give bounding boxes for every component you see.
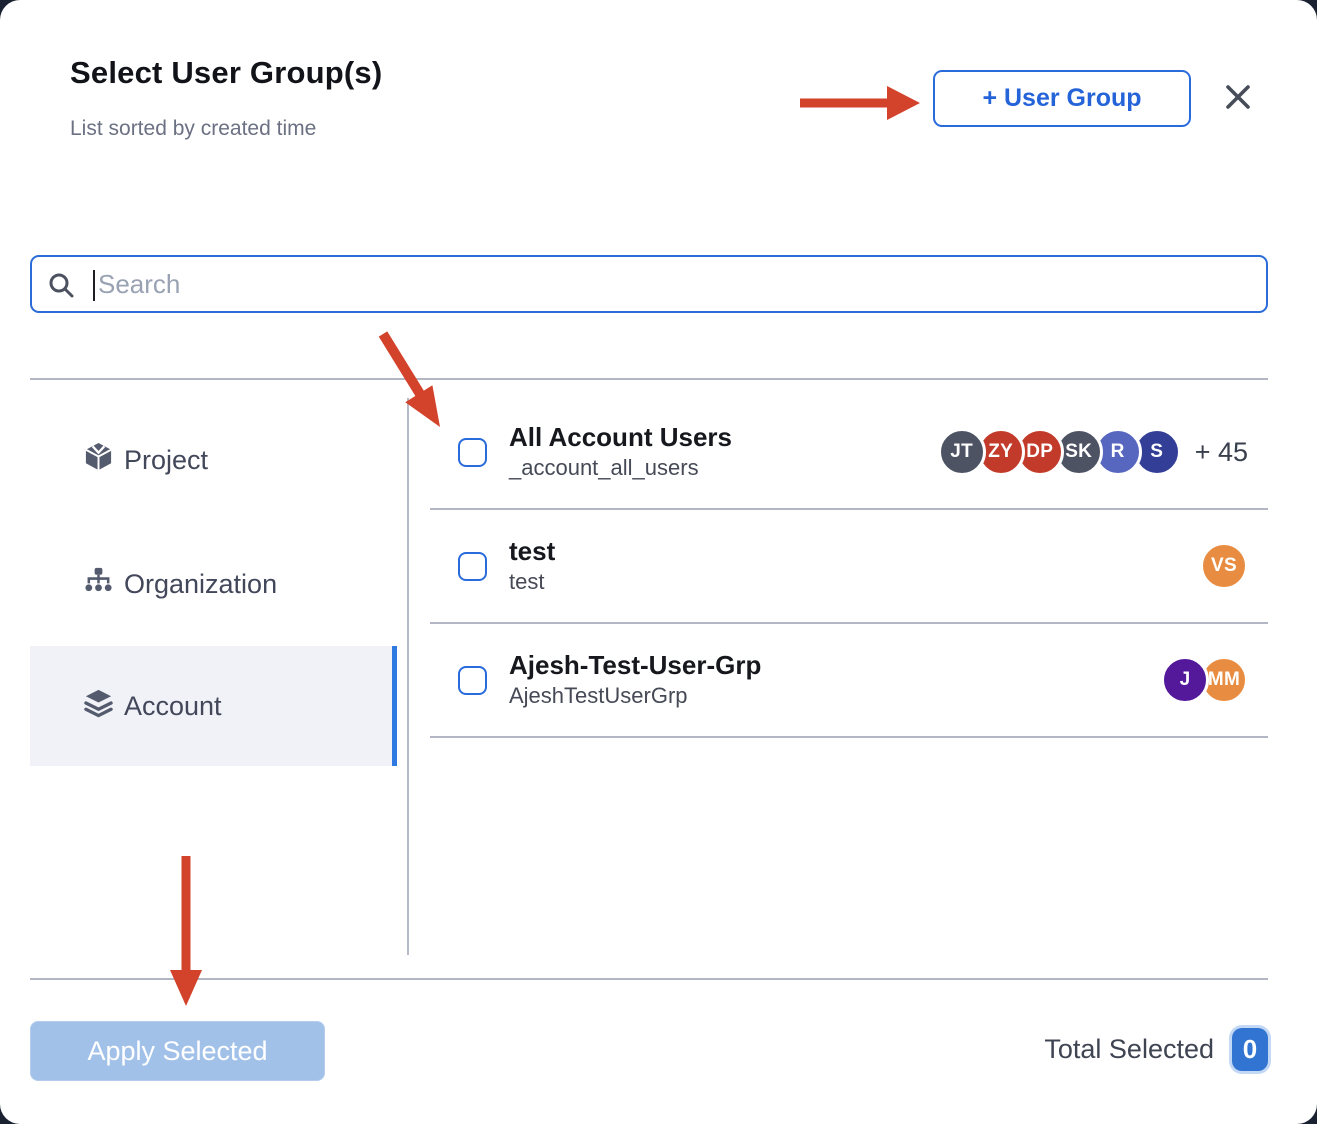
group-checkbox[interactable] [458, 666, 487, 695]
total-selected-badge: 0 [1232, 1028, 1268, 1071]
avatar-stack: JT ZY DP SK R S [938, 428, 1181, 476]
page-title: Select User Group(s) [70, 55, 382, 91]
annotation-arrow-right-icon [800, 86, 920, 120]
group-row[interactable]: All Account Users _account_all_users JT … [430, 396, 1268, 510]
group-id: AjeshTestUserGrp [509, 682, 761, 711]
search-input[interactable] [98, 257, 1258, 311]
apply-selected-button[interactable]: Apply Selected [30, 1021, 325, 1081]
select-user-group-dialog: Select User Group(s) List sorted by crea… [0, 0, 1317, 1124]
tab-project[interactable]: Project [30, 425, 397, 495]
avatar: JT [938, 428, 986, 476]
tab-account-label: Account [124, 691, 222, 722]
group-row[interactable]: Ajesh-Test-User-Grp AjeshTestUserGrp J M… [430, 624, 1268, 738]
avatar: VS [1200, 542, 1248, 590]
close-icon [1223, 82, 1253, 115]
close-button[interactable] [1214, 76, 1262, 120]
footer-divider [30, 978, 1268, 980]
total-selected: Total Selected 0 [1044, 1028, 1268, 1071]
add-user-group-label: + User Group [982, 84, 1141, 113]
tab-organization-label: Organization [124, 569, 277, 600]
group-name: All Account Users [509, 421, 732, 454]
cube-icon [83, 441, 114, 479]
group-name: Ajesh-Test-User-Grp [509, 649, 761, 682]
group-text: test test [509, 535, 555, 596]
group-name: test [509, 535, 555, 568]
org-chart-icon [83, 565, 114, 603]
avatar-stack: VS [1200, 542, 1248, 590]
tab-project-label: Project [124, 445, 208, 476]
group-row[interactable]: test test VS [430, 510, 1268, 624]
group-id: _account_all_users [509, 454, 732, 483]
search-icon [47, 271, 75, 299]
tab-organization[interactable]: Organization [30, 549, 397, 619]
apply-selected-label: Apply Selected [87, 1036, 267, 1066]
annotation-arrow-down-icon [168, 856, 204, 1006]
group-text: Ajesh-Test-User-Grp AjeshTestUserGrp [509, 649, 761, 710]
sort-hint-text: List sorted by created time [70, 117, 316, 141]
total-selected-label: Total Selected [1044, 1034, 1214, 1065]
avatar: J [1161, 656, 1209, 704]
group-text: All Account Users _account_all_users [509, 421, 732, 482]
avatar-overflow-count: + 45 [1195, 437, 1248, 468]
group-checkbox[interactable] [458, 552, 487, 581]
sidebar-divider [407, 398, 409, 955]
search-box [30, 255, 1268, 313]
add-user-group-button[interactable]: + User Group [933, 70, 1191, 127]
layers-icon [83, 687, 114, 725]
avatar-stack: J MM [1161, 656, 1248, 704]
group-list: All Account Users _account_all_users JT … [430, 396, 1268, 738]
group-id: test [509, 568, 555, 597]
text-caret [93, 270, 95, 301]
tab-account[interactable]: Account [30, 646, 397, 766]
content-divider [30, 378, 1268, 380]
group-checkbox[interactable] [458, 438, 487, 467]
